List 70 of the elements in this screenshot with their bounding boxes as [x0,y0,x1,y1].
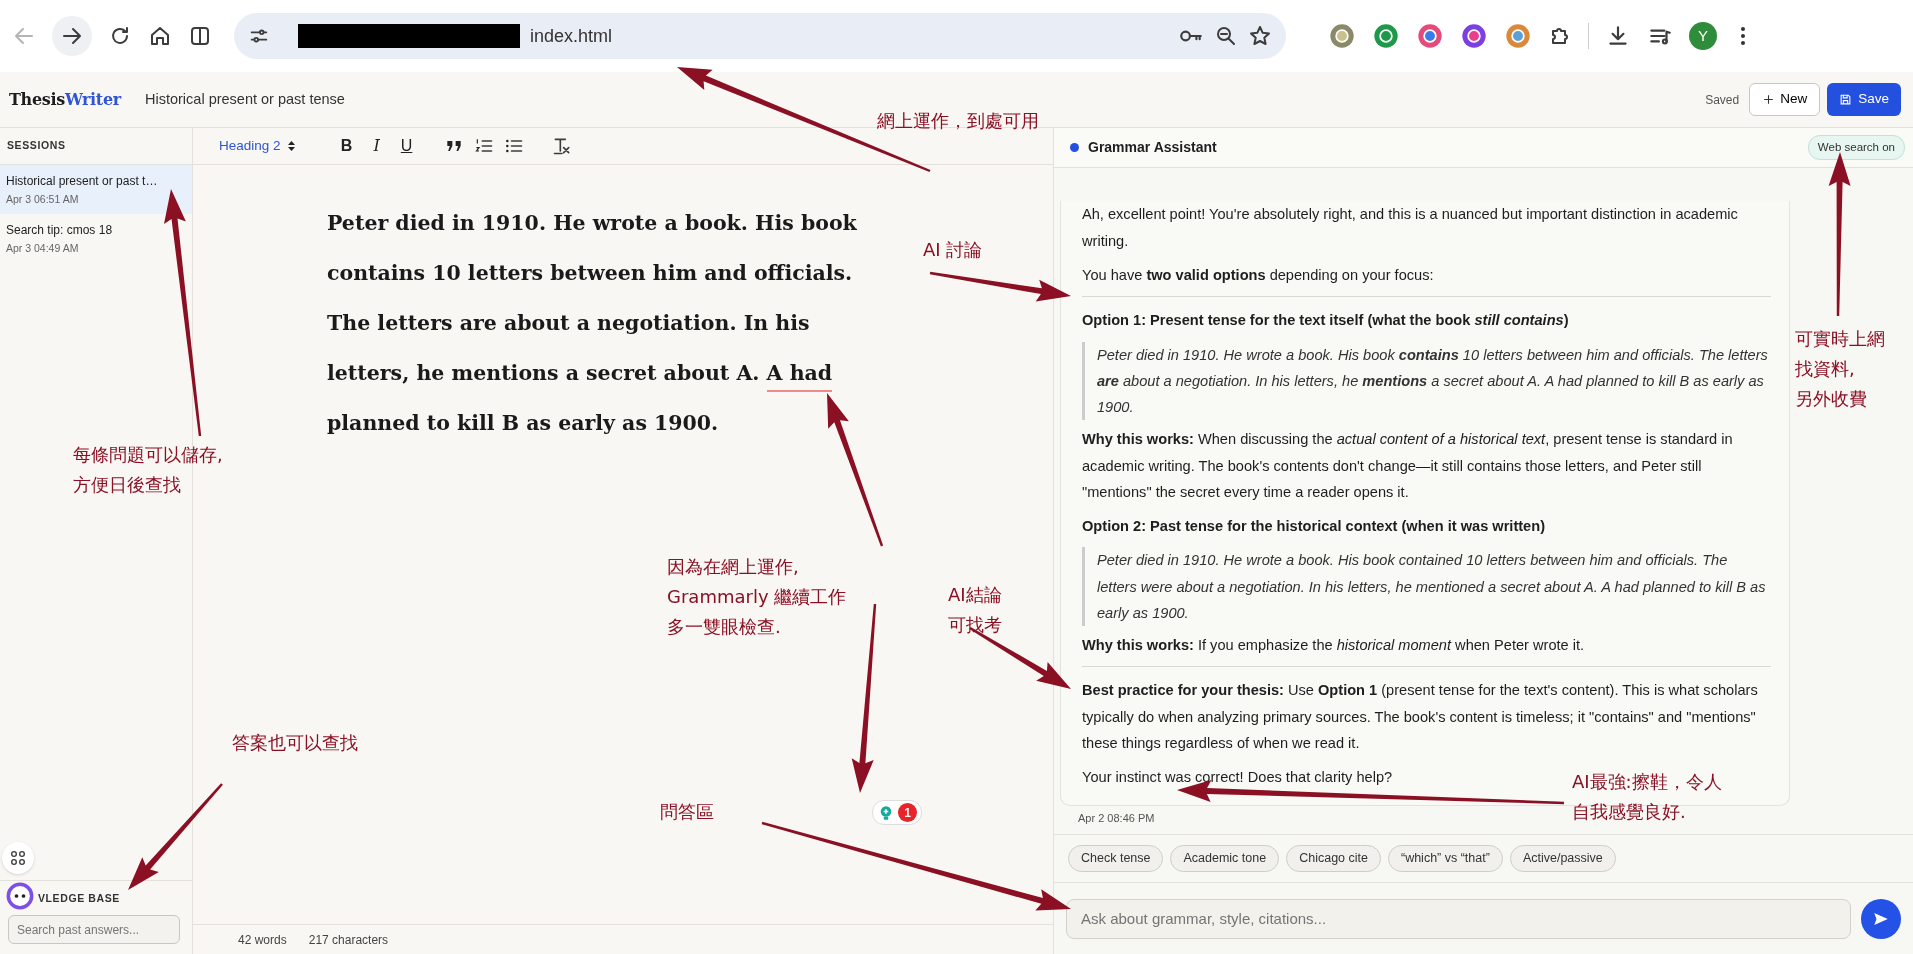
suggestion-chip[interactable]: “which” vs “that” [1387,845,1503,872]
assistant-face-icon[interactable] [6,882,34,910]
suggestion-chip[interactable]: Active/passive [1509,845,1616,872]
up-down-caret-icon [286,140,296,152]
extension-icon[interactable] [1416,22,1444,50]
quoted-passage: Peter died in 1910. He wrote a book. His book contains 10 letters between him and officials. The letters are about a negotiation. In his letters, he mentions a secret about A. A had planned to kill B as early as 1900. [1082,341,1771,421]
annotation-text: 答案也可以查找 [232,731,358,755]
underline-button[interactable]: U [393,134,420,158]
message-paragraph: Ah, excellent point! You're absolutely right, and this is a nuanced but important distinction in academic writing. [1082,205,1739,251]
session-title: Search tip: cmos 18 [6,221,114,239]
app-logo: ThesisWriter [9,88,121,111]
knowledge-base-heading: VLEDGE BASE [38,891,120,907]
grid-icon[interactable] [10,850,26,866]
annotation-text: 可實時上網 找資料, 另外收費 [1795,327,1885,411]
new-button[interactable]: New [1749,83,1821,116]
message-paragraph: You have two valid options depending on your focus: [1082,266,1434,285]
italic-button[interactable]: I [363,134,390,158]
web-search-status: Web search on [1807,134,1905,161]
chat-input[interactable]: Ask about grammar, style, citations... [1066,898,1851,939]
word-count: 42 words [238,931,287,949]
bold-button[interactable]: B [333,134,360,158]
annotation-text: AI 討論 [923,238,983,262]
annotation-text: AI最強:擦鞋，令人 自我感覺良好. [1572,770,1722,824]
character-count: 217 characters [308,931,389,949]
suggestion-chip[interactable]: Check tense [1068,845,1164,872]
issue-count: 1 [898,803,917,822]
extension-icon[interactable] [1460,22,1488,50]
document-title: Historical present or past tense [145,89,345,109]
annotation-text: 因為在網上運作, Grammarly 繼續工作 多一雙眼檢查. [667,555,847,639]
annotation-text: 問答區 [660,800,714,824]
grammarly-widget[interactable]: 1 [872,800,922,825]
session-time: Apr 3 06:51 AM [6,192,80,207]
send-button[interactable] [1861,898,1901,939]
message-paragraph: Why this works: If you emphasize the historical moment when Peter wrote it. [1082,636,1585,656]
annotation-text: 網上運作，到處可用 [877,109,1039,133]
split-view-icon[interactable] [188,24,212,48]
extension-icon[interactable] [1372,22,1400,50]
message-heading: Option 2: Past tense for the historical context (when it was written) [1082,517,1545,537]
message-heading: Option 1: Present tense for the text itself (what the book still contains) [1082,311,1569,331]
save-button[interactable]: Save [1827,83,1901,116]
session-title: Historical present or past t… [6,173,159,190]
suggestion-chip[interactable]: Chicago cite [1286,845,1381,872]
message-paragraph: Your instinct was correct! Does that clarity help? [1082,768,1393,788]
quoted-passage: Peter died in 1910. He wrote a book. His book contained 10 letters between him and officials. The letters were about a negotiation. In his letters, he mentioned a secret about A. A had planned to kill B as early as 1900. [1082,547,1771,627]
profile-avatar[interactable]: Y [1689,22,1717,50]
home-icon[interactable] [148,24,172,48]
url-text: index.html [530,24,614,48]
zoom-out-icon[interactable] [1214,24,1238,48]
search-field[interactable]: Search past answers... [8,915,180,944]
forward-icon[interactable] [52,16,92,56]
editor-text[interactable]: Peter died in 1910. He wrote a book. His book contains 10 letters between him and officials. The letters are about a negotiation. In his letters, he mentions a secret about A. A had planned to kill B as early as 1900. [327,198,887,448]
message-time: Apr 2 08:46 PM [1077,810,1155,826]
bookmark-star-icon[interactable] [1248,24,1272,48]
clear-format-icon[interactable] [551,136,572,156]
address-bar[interactable]: index.html [234,13,1286,59]
session-item[interactable]: Search tip: cmos 18 Apr 3 04:49 AM [0,213,192,263]
extension-icon[interactable] [1504,22,1532,50]
message-paragraph: Best practice for your thesis: Use Option 1 (present tense for the text's content). This is what scholars typically do when analyzing primary sources. The book's content is timeless; it "contains" and "mentions" these things regardless of when we read it. [1082,681,1759,753]
session-time: Apr 3 04:49 AM [6,240,80,256]
heading-select[interactable]: Heading 2 [213,134,302,158]
message-paragraph: Why this works: When discussing the actual content of a historical text, present tense is standard in academic writing. The book's contents don't change—it still contains those letters, and Peter still "mentions" the secret every time a reader opens it. [1082,430,1734,502]
panel-title: Grammar Assistant [1088,138,1217,157]
save-status: Saved [1705,91,1740,109]
plus-icon [1762,93,1776,106]
extension-icon[interactable] [1328,22,1356,50]
session-item[interactable]: Historical present or past t… Apr 3 06:51 AM [0,165,192,214]
annotation-text: AI結論 可找考 [948,583,1002,637]
suggestion-chip[interactable]: Academic tone [1170,845,1280,872]
status-dot-icon [1070,143,1079,152]
annotation-text: 每條問題可以儲存, 方便日後查找 [73,443,223,497]
